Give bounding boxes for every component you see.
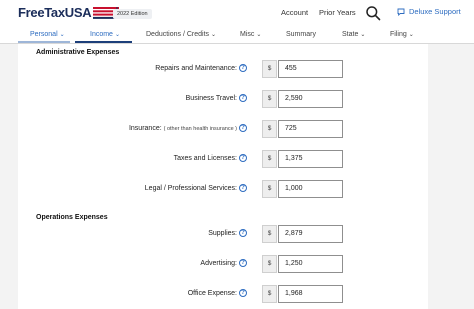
nav-summary[interactable]: Summary: [286, 29, 316, 40]
account-link[interactable]: Account: [281, 8, 308, 18]
expense-row-taxes-licenses: Taxes and Licenses: ? $ 1,375: [0, 150, 474, 168]
expense-row-business-travel: Business Travel: ? $ 2,590: [0, 90, 474, 108]
help-icon[interactable]: ?: [239, 184, 247, 192]
currency-symbol: $: [262, 180, 277, 198]
nav-misc-label: Misc: [240, 31, 255, 38]
prior-years-link[interactable]: Prior Years: [319, 8, 356, 18]
section-title-administrative: Administrative Expenses: [36, 49, 120, 56]
nav-deductions-label: Deductions / Credits: [146, 31, 210, 38]
nav-personal-label: Personal: [30, 31, 58, 38]
nav-filing-label: Filing: [390, 31, 407, 38]
currency-symbol: $: [262, 285, 277, 303]
chevron-down-icon: ⌄: [408, 32, 414, 38]
expense-row-repairs: Repairs and Maintenance: ? $ 455: [0, 60, 474, 78]
currency-symbol: $: [262, 255, 277, 273]
legal-professional-input[interactable]: 1,000: [278, 180, 343, 198]
help-icon[interactable]: ?: [239, 229, 247, 237]
currency-symbol: $: [262, 120, 277, 138]
advertising-input[interactable]: 1,250: [278, 255, 343, 273]
field-label-group: Insurance: ( other than health insurance…: [129, 124, 237, 134]
field-label: Business Travel:: [185, 95, 237, 102]
repairs-maintenance-input[interactable]: 455: [278, 60, 343, 78]
nav-income[interactable]: Income ⌄: [90, 29, 120, 41]
nav-state-label: State: [342, 31, 359, 38]
nav-misc[interactable]: Misc ⌄: [240, 29, 261, 41]
chevron-down-icon: ⌄: [256, 32, 262, 38]
nav-filing[interactable]: Filing ⌄: [390, 29, 414, 41]
nav-progress-personal: [18, 41, 70, 43]
field-label: Office Expense:: [187, 290, 237, 297]
deluxe-support-label: Deluxe Support: [409, 7, 461, 16]
field-label: Supplies:: [208, 230, 237, 237]
supplies-input[interactable]: 2,879: [278, 225, 343, 243]
currency-symbol: $: [262, 60, 277, 78]
chevron-down-icon: ⌄: [211, 32, 217, 38]
field-label: Insurance:: [128, 125, 162, 132]
expense-row-office: Office Expense: ? $ 1,968: [0, 285, 474, 303]
section-title-operations: Operations Expenses: [36, 214, 108, 221]
field-note: ( other than health insurance ): [163, 126, 237, 132]
deluxe-support-link[interactable]: Deluxe Support: [397, 7, 461, 16]
nav-income-label: Income: [90, 31, 113, 38]
currency-symbol: $: [262, 225, 277, 243]
help-icon[interactable]: ?: [239, 64, 247, 72]
expense-row-insurance: Insurance: ( other than health insurance…: [0, 120, 474, 138]
help-icon[interactable]: ?: [239, 289, 247, 297]
nav-personal[interactable]: Personal ⌄: [30, 29, 65, 41]
currency-symbol: $: [262, 150, 277, 168]
logo-text: FreeTaxUSA: [18, 5, 92, 20]
currency-symbol: $: [262, 90, 277, 108]
nav-progress-income: [75, 41, 132, 43]
help-icon[interactable]: ?: [239, 154, 247, 162]
chevron-down-icon: ⌄: [59, 32, 65, 38]
office-expense-input[interactable]: 1,968: [278, 285, 343, 303]
main-nav: Personal ⌄ Income ⌄ Deductions / Credits ⌄ …: [0, 27, 474, 44]
field-label: Repairs and Maintenance:: [155, 65, 237, 72]
business-travel-input[interactable]: 2,590: [278, 90, 343, 108]
edition-badge: 2022 Edition: [113, 9, 152, 19]
expense-row-advertising: Advertising: ? $ 1,250: [0, 255, 474, 273]
field-label: Taxes and Licenses:: [173, 155, 237, 162]
expense-row-supplies: Supplies: ? $ 2,879: [0, 225, 474, 243]
field-label: Legal / Professional Services:: [144, 185, 237, 192]
taxes-licenses-input[interactable]: 1,375: [278, 150, 343, 168]
nav-deductions-credits[interactable]: Deductions / Credits ⌄: [146, 29, 216, 41]
top-bar: FreeTaxUSA 2022 Edition Account Prior Ye…: [0, 0, 474, 27]
search-icon[interactable]: [365, 5, 381, 21]
freetaxusa-logo[interactable]: FreeTaxUSA: [18, 5, 120, 23]
insurance-input[interactable]: 725: [278, 120, 343, 138]
chevron-down-icon: ⌄: [114, 32, 120, 38]
help-icon[interactable]: ?: [239, 259, 247, 267]
nav-state[interactable]: State ⌄: [342, 29, 365, 41]
chat-icon: [397, 8, 405, 16]
field-label: Advertising:: [200, 260, 237, 267]
help-icon[interactable]: ?: [239, 124, 247, 132]
nav-summary-label: Summary: [286, 31, 316, 38]
expense-row-legal-professional: Legal / Professional Services: ? $ 1,000: [0, 180, 474, 198]
chevron-down-icon: ⌄: [360, 32, 366, 38]
help-icon[interactable]: ?: [239, 94, 247, 102]
